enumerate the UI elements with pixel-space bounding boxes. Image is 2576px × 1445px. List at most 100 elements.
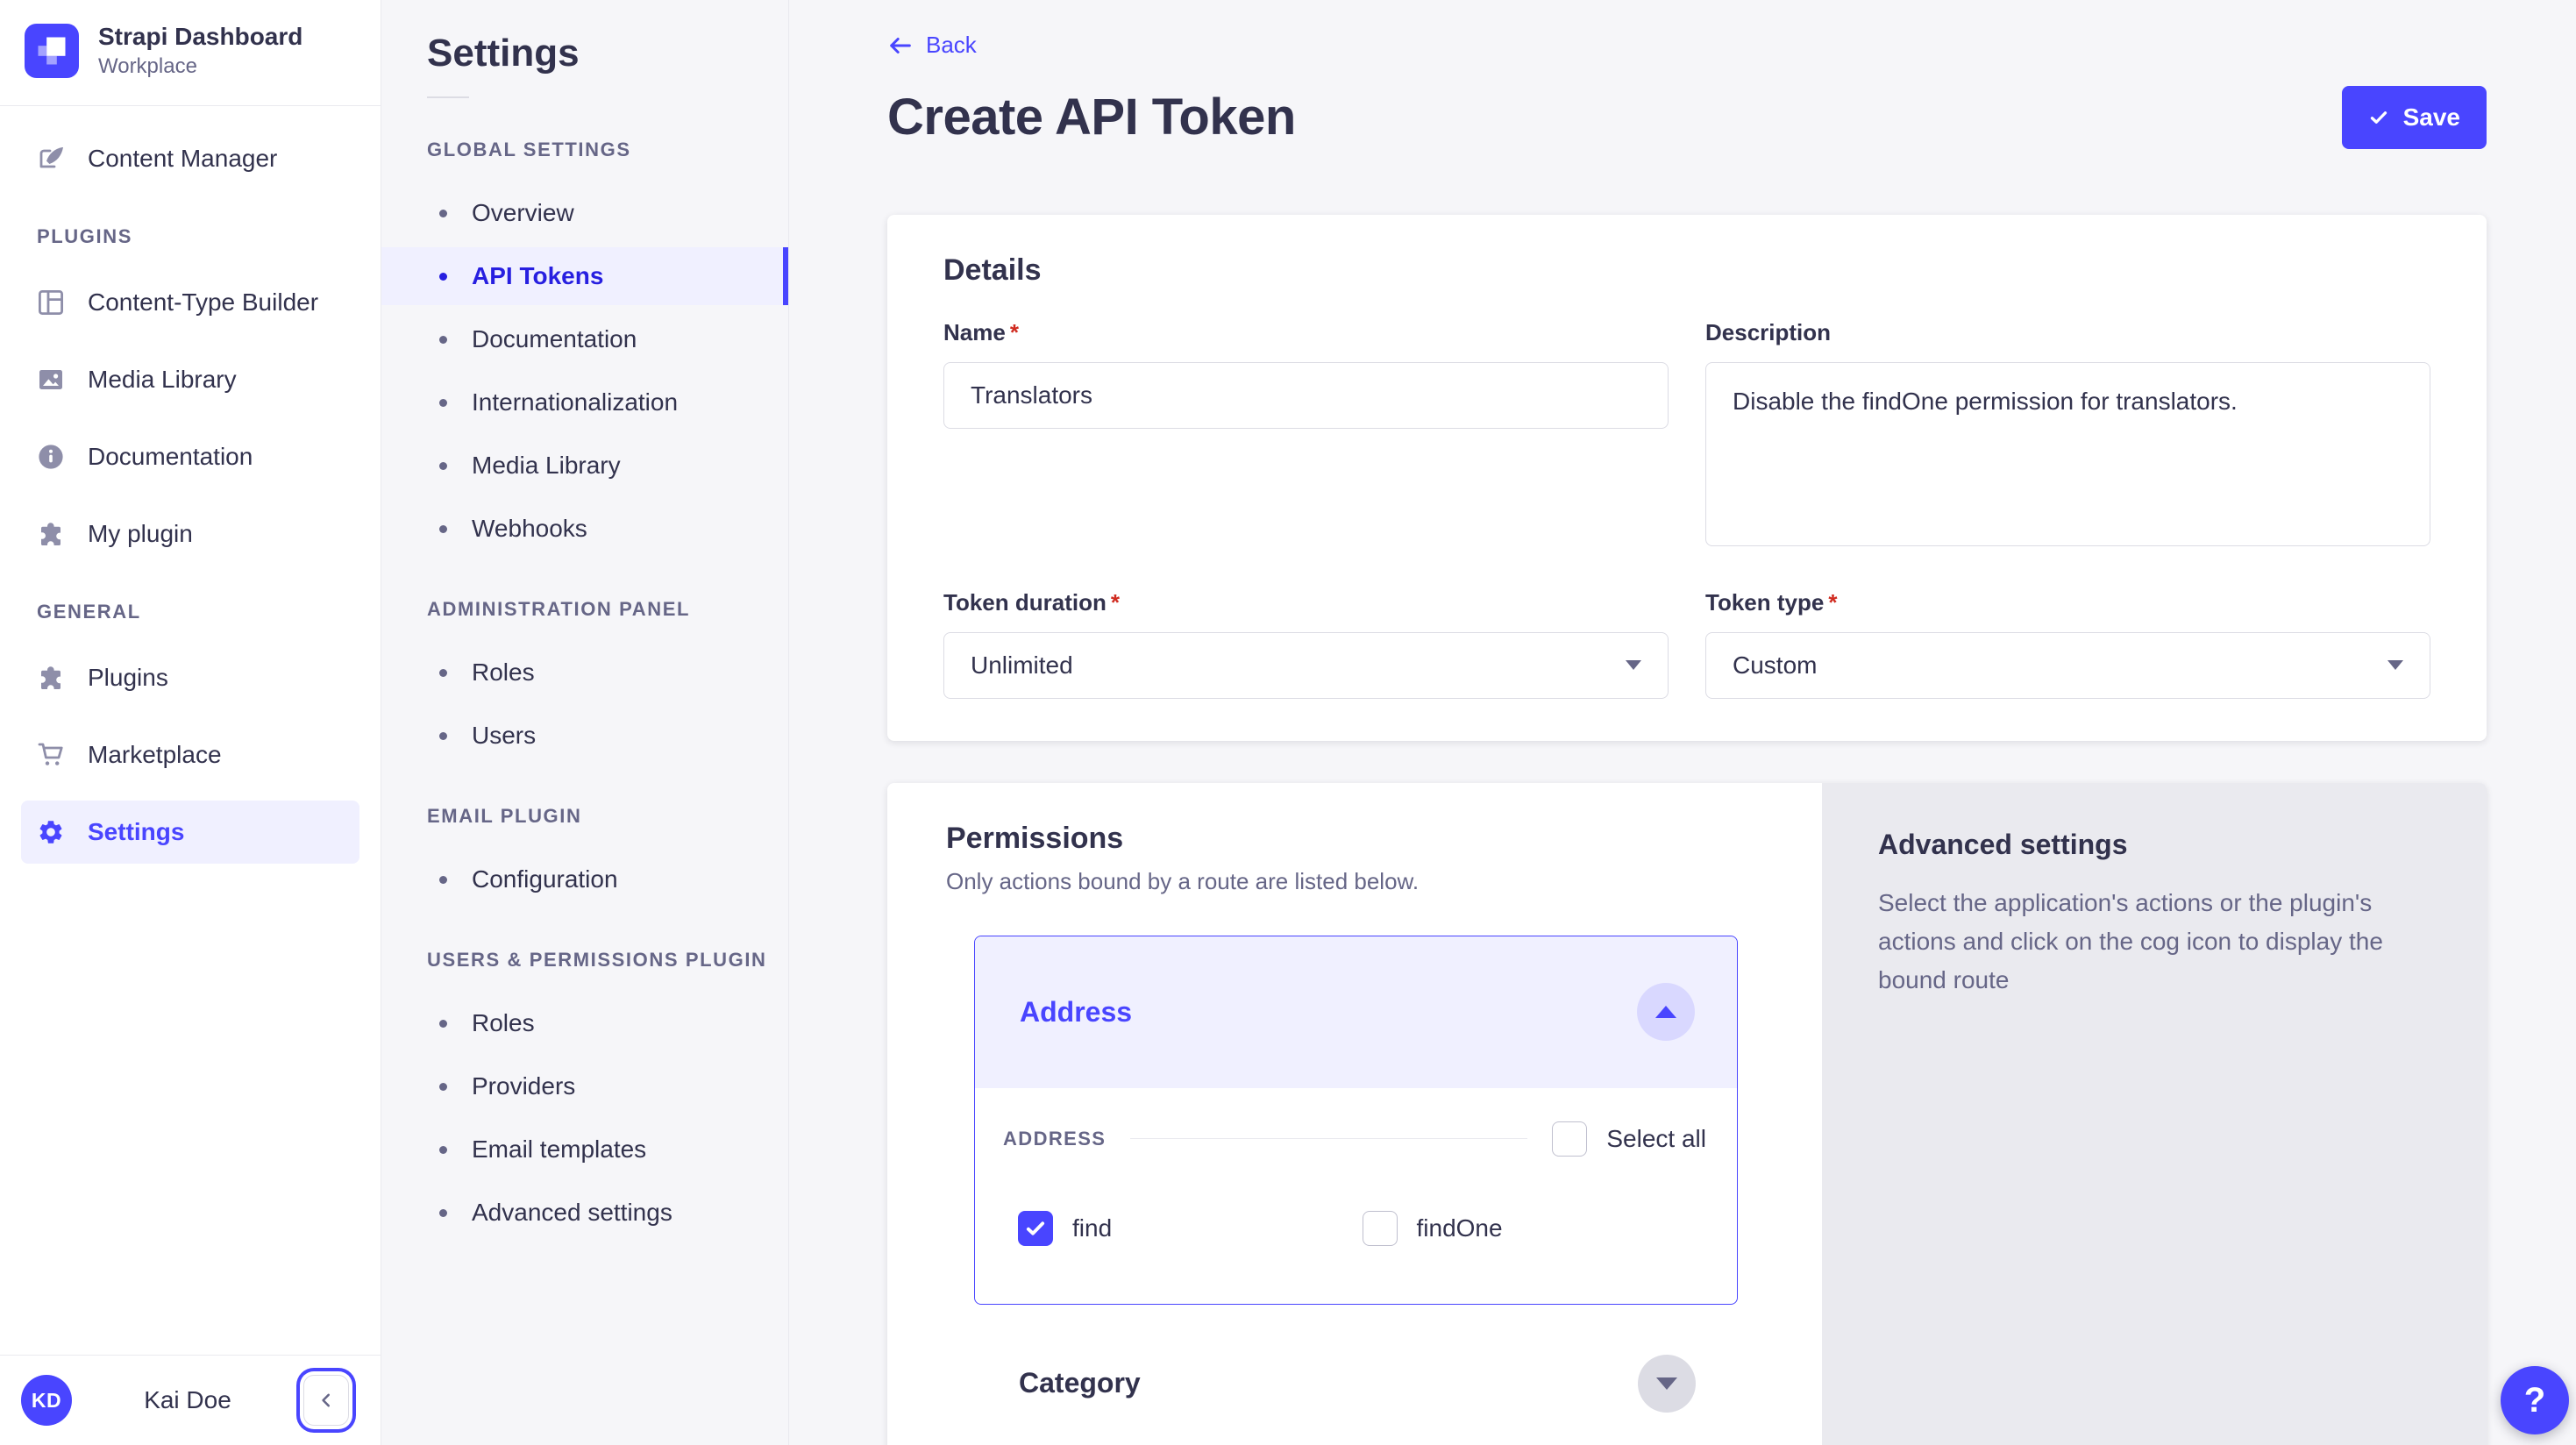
subnav-item-label: Users bbox=[472, 722, 536, 750]
sidebar-item-label: Plugins bbox=[88, 664, 168, 692]
find-checkbox[interactable] bbox=[1018, 1211, 1053, 1246]
sidebar-section-general: GENERAL bbox=[37, 601, 359, 623]
sidebar-item-label: Content Manager bbox=[88, 145, 277, 173]
content-manager-icon bbox=[37, 145, 65, 173]
subnav-item-roles-up[interactable]: Roles bbox=[381, 994, 788, 1052]
permission-action-find[interactable]: find bbox=[1018, 1211, 1363, 1246]
workspace-brand[interactable]: Strapi Dashboard Workplace bbox=[0, 0, 381, 105]
select-all-checkbox[interactable] bbox=[1552, 1121, 1587, 1157]
subnav-item-roles-admin[interactable]: Roles bbox=[381, 644, 788, 701]
bullet-icon bbox=[439, 336, 447, 344]
subnav-item-configuration[interactable]: Configuration bbox=[381, 851, 788, 908]
select-all-control[interactable]: Select all bbox=[1552, 1121, 1706, 1157]
sidebar-footer: KD Kai Doe bbox=[0, 1355, 381, 1445]
bullet-icon bbox=[439, 1020, 447, 1028]
subnav-item-label: Configuration bbox=[472, 865, 618, 893]
select-value: Unlimited bbox=[971, 651, 1073, 680]
brand-title: Strapi Dashboard bbox=[98, 23, 302, 51]
bullet-icon bbox=[439, 669, 447, 677]
accordion-title: Category bbox=[1019, 1367, 1141, 1399]
sidebar-item-content-type-builder[interactable]: Content-Type Builder bbox=[21, 271, 359, 334]
permission-group-row: ADDRESS Select all bbox=[1003, 1121, 1706, 1157]
sidebar-item-label: Marketplace bbox=[88, 741, 222, 769]
label-text: Token type bbox=[1705, 589, 1824, 616]
chevron-up-icon bbox=[1655, 1006, 1676, 1018]
puzzle-icon bbox=[37, 664, 65, 692]
sidebar-item-label: Settings bbox=[88, 818, 184, 846]
subnav-item-api-tokens[interactable]: API Tokens bbox=[381, 247, 788, 305]
user-name: Kai Doe bbox=[72, 1386, 303, 1414]
sidebar-item-label: Documentation bbox=[88, 443, 253, 471]
sidebar-item-plugins[interactable]: Plugins bbox=[21, 646, 359, 709]
chevron-down-icon bbox=[1626, 660, 1641, 670]
label-text: Token duration bbox=[943, 589, 1107, 616]
subnav-item-media-library[interactable]: Media Library bbox=[381, 437, 788, 495]
accordion-address-header[interactable]: Address bbox=[975, 936, 1737, 1088]
findone-checkbox[interactable] bbox=[1363, 1211, 1398, 1246]
user-avatar[interactable]: KD bbox=[21, 1375, 72, 1426]
token-type-label: Token type * bbox=[1705, 589, 2430, 616]
token-type-field-group: Token type * Custom bbox=[1705, 589, 2430, 699]
page-header: Create API Token Save bbox=[887, 86, 2487, 149]
sidebar-item-my-plugin[interactable]: My plugin bbox=[21, 502, 359, 566]
expand-accordion-button[interactable] bbox=[1638, 1355, 1696, 1413]
token-duration-select[interactable]: Unlimited bbox=[943, 632, 1669, 699]
accordion-category-header[interactable]: Category bbox=[974, 1342, 1738, 1425]
name-label: Name * bbox=[943, 319, 1669, 346]
bullet-icon bbox=[439, 732, 447, 740]
token-type-select[interactable]: Custom bbox=[1705, 632, 2430, 699]
cart-icon bbox=[37, 741, 65, 769]
select-value: Custom bbox=[1733, 651, 1817, 680]
sidebar-item-documentation[interactable]: Documentation bbox=[21, 425, 359, 488]
save-button[interactable]: Save bbox=[2342, 86, 2487, 149]
subnav-group-administration-panel: ADMINISTRATION PANEL bbox=[427, 598, 788, 621]
subnav-item-documentation[interactable]: Documentation bbox=[381, 310, 788, 368]
permissions-section: Permissions Only actions bound by a rout… bbox=[887, 783, 2487, 1445]
sidebar-item-media-library[interactable]: Media Library bbox=[21, 348, 359, 411]
details-card: Details Name * Description Disable the f… bbox=[887, 215, 2487, 741]
check-icon bbox=[2368, 107, 2389, 128]
sidebar-item-label: My plugin bbox=[88, 520, 193, 548]
permission-action-findone[interactable]: findOne bbox=[1363, 1211, 1707, 1246]
name-input[interactable] bbox=[943, 362, 1669, 429]
select-all-label: Select all bbox=[1606, 1125, 1706, 1153]
token-duration-field-group: Token duration * Unlimited bbox=[943, 589, 1669, 699]
subnav-item-overview[interactable]: Overview bbox=[381, 184, 788, 242]
subnav-item-webhooks[interactable]: Webhooks bbox=[381, 500, 788, 558]
subnav-group-users-permissions-plugin: USERS & PERMISSIONS PLUGIN bbox=[427, 949, 788, 972]
subnav-item-label: Media Library bbox=[472, 452, 621, 480]
required-mark: * bbox=[1010, 319, 1019, 346]
accordion-address: Address ADDRESS Select all bbox=[974, 936, 1738, 1305]
subnav-item-advanced-settings[interactable]: Advanced settings bbox=[381, 1184, 788, 1242]
sidebar-item-marketplace[interactable]: Marketplace bbox=[21, 723, 359, 787]
sidebar-section-plugins: PLUGINS bbox=[37, 225, 359, 248]
sidebar-item-content-manager[interactable]: Content Manager bbox=[21, 127, 359, 190]
subnav-item-label: API Tokens bbox=[472, 262, 603, 290]
collapse-accordion-button[interactable] bbox=[1637, 983, 1695, 1041]
subnav-item-label: Roles bbox=[472, 1009, 535, 1037]
subnav-item-internationalization[interactable]: Internationalization bbox=[381, 374, 788, 431]
main-sidebar: Strapi Dashboard Workplace Content Manag… bbox=[0, 0, 381, 1445]
subnav-item-label: Advanced settings bbox=[472, 1199, 672, 1227]
subnav-item-label: Documentation bbox=[472, 325, 637, 353]
help-button[interactable]: ? bbox=[2501, 1366, 2569, 1434]
chevron-left-icon bbox=[317, 1391, 336, 1410]
details-form: Name * Description Disable the findOne p… bbox=[943, 319, 2430, 699]
brand-subtitle: Workplace bbox=[98, 54, 302, 79]
description-label: Description bbox=[1705, 319, 2430, 346]
advanced-settings-panel: Advanced settings Select the application… bbox=[1822, 783, 2487, 1445]
description-textarea[interactable]: Disable the findOne permission for trans… bbox=[1705, 362, 2430, 546]
back-link[interactable]: Back bbox=[887, 32, 977, 59]
collapse-sidebar-button[interactable] bbox=[303, 1375, 349, 1426]
bullet-icon bbox=[439, 1209, 447, 1217]
bullet-icon bbox=[439, 210, 447, 217]
puzzle-icon bbox=[37, 520, 65, 548]
subnav-group-global-settings: GLOBAL SETTINGS bbox=[427, 139, 788, 161]
subnav-title: Settings bbox=[427, 32, 788, 75]
sidebar-item-settings[interactable]: Settings bbox=[21, 801, 359, 864]
permissions-subtitle: Only actions bound by a route are listed… bbox=[946, 868, 1766, 895]
subnav-item-email-templates[interactable]: Email templates bbox=[381, 1121, 788, 1178]
subnav-item-providers[interactable]: Providers bbox=[381, 1057, 788, 1115]
accordion-title: Address bbox=[1020, 996, 1132, 1029]
subnav-item-users[interactable]: Users bbox=[381, 707, 788, 765]
